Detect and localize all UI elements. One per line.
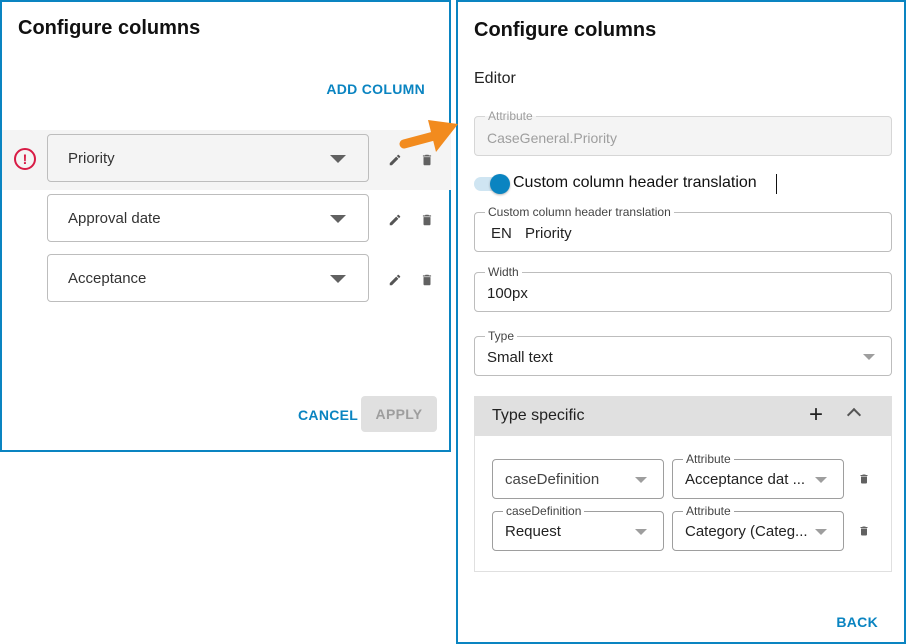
pencil-icon[interactable]	[388, 272, 402, 288]
type-select[interactable]: Type Small text	[474, 329, 892, 376]
field-value: Request	[505, 523, 561, 540]
toggle-label: Custom column header translation	[513, 174, 757, 191]
chevron-down-icon	[815, 477, 827, 483]
field-label: Attribute	[683, 504, 734, 518]
field-label: Custom column header translation	[485, 205, 674, 219]
cancel-button[interactable]: CANCEL	[298, 407, 358, 423]
chevron-down-icon	[330, 275, 346, 283]
pencil-icon[interactable]	[388, 212, 402, 228]
width-input[interactable]: Width 100px	[474, 265, 892, 312]
trash-icon[interactable]	[858, 524, 870, 538]
attribute-select[interactable]: Attribute Category (Categ...	[672, 504, 844, 551]
case-definition-select[interactable]: caseDefinition	[492, 459, 664, 499]
configure-columns-list-panel: Configure columns ADD COLUMN ! Priority …	[0, 0, 451, 452]
column-select-value: Approval date	[68, 210, 161, 227]
field-label: Attribute	[683, 452, 734, 466]
type-specific-header[interactable]: Type specific +	[475, 397, 891, 436]
field-value: Category (Categ...	[685, 523, 808, 540]
type-specific-section: Type specific + caseDefinition Attribute…	[474, 396, 892, 572]
attribute-select[interactable]: Attribute Acceptance dat ...	[672, 452, 844, 499]
plus-icon[interactable]: +	[809, 401, 823, 429]
field-label: caseDefinition	[503, 504, 585, 518]
field-label: Width	[485, 265, 522, 279]
chevron-down-icon	[330, 215, 346, 223]
panel-title: Configure columns	[18, 17, 201, 39]
chevron-up-icon[interactable]	[846, 407, 862, 423]
column-select-acceptance[interactable]: Acceptance	[47, 254, 369, 302]
custom-header-translation-field[interactable]: Custom column header translation EN Prio…	[474, 205, 892, 252]
field-value: caseDefinition	[505, 471, 600, 488]
chevron-down-icon	[863, 354, 875, 360]
panel-title: Configure columns	[474, 19, 657, 41]
language-code: EN	[491, 225, 512, 242]
editor-section-label: Editor	[474, 70, 516, 87]
back-button[interactable]: BACK	[836, 614, 878, 630]
field-value: Acceptance dat ...	[685, 471, 806, 488]
custom-header-translation-toggle[interactable]	[474, 174, 510, 194]
configure-columns-editor-panel: Configure columns Editor Attribute CaseG…	[456, 0, 906, 644]
field-value: CaseGeneral.Priority	[487, 130, 617, 146]
case-definition-select[interactable]: caseDefinition Request	[492, 504, 664, 551]
text-cursor	[776, 174, 777, 194]
chevron-down-icon	[635, 529, 647, 535]
chevron-down-icon	[330, 155, 346, 163]
field-value: Small text	[487, 349, 553, 366]
field-value: Priority	[525, 225, 572, 242]
field-label: Attribute	[485, 109, 536, 123]
add-column-button[interactable]: ADD COLUMN	[326, 81, 425, 97]
column-select-approval-date[interactable]: Approval date	[47, 194, 369, 242]
column-select-priority[interactable]: Priority	[47, 134, 369, 182]
section-title: Type specific	[492, 407, 585, 424]
trash-icon[interactable]	[420, 212, 434, 228]
trash-icon[interactable]	[420, 272, 434, 288]
chevron-down-icon	[815, 529, 827, 535]
annotation-arrow-icon	[399, 120, 458, 152]
toggle-knob	[490, 174, 510, 194]
column-select-value: Acceptance	[68, 270, 147, 287]
chevron-down-icon	[635, 477, 647, 483]
field-value: 100px	[487, 285, 528, 302]
column-select-value: Priority	[68, 150, 115, 167]
field-label: Type	[485, 329, 518, 343]
apply-button[interactable]: APPLY	[361, 396, 437, 432]
attribute-field: Attribute CaseGeneral.Priority	[474, 109, 892, 156]
trash-icon[interactable]	[858, 472, 870, 486]
error-circle-icon: !	[14, 148, 36, 170]
